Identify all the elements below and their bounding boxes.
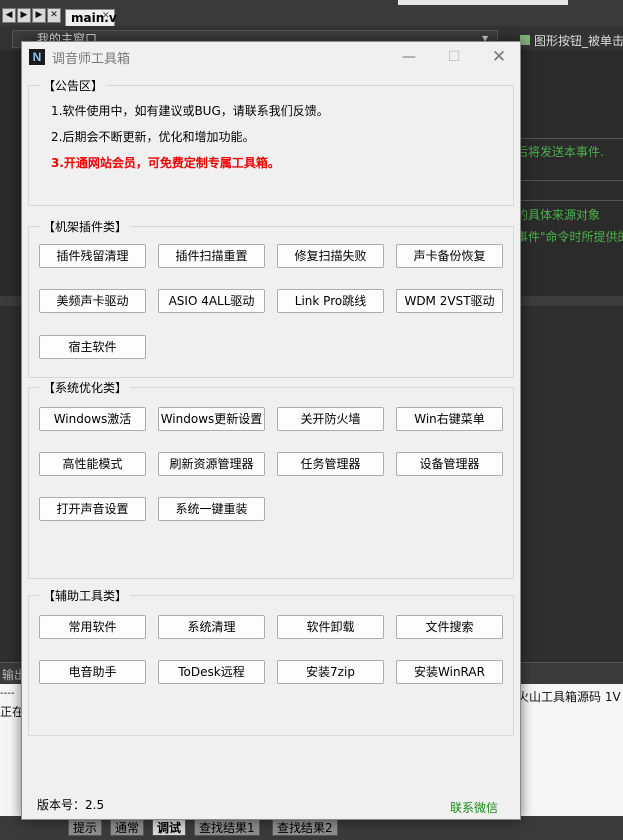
notice-group: 【公告区】 1.软件使用中，如有建议或BUG，请联系我们反馈。 2.后期会不断更… <box>28 77 514 206</box>
high-performance-button[interactable]: 高性能模式 <box>39 452 146 476</box>
bottom-tab-find2[interactable]: 查找结果2 <box>272 818 338 836</box>
bottom-tab-debug[interactable]: 调试 <box>152 818 187 836</box>
close-tab-icon[interactable]: ✕ <box>47 8 61 23</box>
install-winrar-button[interactable]: 安装WinRAR <box>396 660 503 684</box>
soundcard-backup-button[interactable]: 声卡备份恢复 <box>396 244 503 268</box>
host-software-button[interactable]: 宿主软件 <box>39 335 146 359</box>
nav-prev-icon[interactable]: ◀ <box>2 8 16 23</box>
title-bar[interactable]: N 调音师工具箱 — ☐ ✕ <box>22 42 520 72</box>
asio4all-driver-button[interactable]: ASIO 4ALL驱动 <box>158 289 265 313</box>
bottom-tab-hint[interactable]: 提示 <box>68 818 103 836</box>
nav-next-icon[interactable]: ▶ <box>17 8 31 23</box>
tools-group: 【辅助工具类】 常用软件 系统清理 软件卸载 文件搜索 电音助手 ToDesk远… <box>28 587 514 736</box>
todesk-remote-button[interactable]: ToDesk远程 <box>158 660 265 684</box>
notice-line-2: 2.后期会不断更新，优化和增加功能。 <box>51 130 255 144</box>
maximize-button[interactable]: ☐ <box>442 46 466 68</box>
version-label: 版本号：2.5 <box>37 798 105 812</box>
bottom-tab-general[interactable]: 通常 <box>110 818 145 836</box>
electronic-assistant-button[interactable]: 电音助手 <box>39 660 146 684</box>
plugins-group: 【机架插件类】 插件残留清理 插件扫描重置 修复扫描失败 声卡备份恢复 美频声卡… <box>28 218 514 378</box>
notice-group-title: 【公告区】 <box>40 77 107 94</box>
notice-line-3: 3.开通网站会员，可免费定制专属工具箱。 <box>51 156 280 170</box>
plugin-scan-reset-button[interactable]: 插件扫描重置 <box>158 244 265 268</box>
link-pro-button[interactable]: Link Pro跳线 <box>277 289 384 313</box>
common-software-button[interactable]: 常用软件 <box>39 615 146 639</box>
bottom-tab-find1[interactable]: 查找结果1 <box>194 818 260 836</box>
close-button[interactable]: ✕ <box>487 46 511 68</box>
plugins-group-title: 【机架插件类】 <box>40 218 131 235</box>
toolbox-window: N 调音师工具箱 — ☐ ✕ 【公告区】 1.软件使用中，如有建议或BUG，请联… <box>21 41 521 820</box>
sound-settings-button[interactable]: 打开声音设置 <box>39 497 146 521</box>
plugin-residue-clean-button[interactable]: 插件残留清理 <box>39 244 146 268</box>
event-selector[interactable]: 图形按钮_被单击 <box>518 32 623 49</box>
contact-wechat-link[interactable]: 联系微信 <box>450 799 498 816</box>
code-divider <box>510 180 623 181</box>
system-clean-button[interactable]: 系统清理 <box>158 615 265 639</box>
code-comment: 后将发送本事件. <box>516 145 604 159</box>
meipin-driver-button[interactable]: 美频声卡驱动 <box>39 289 146 313</box>
system-group: 【系统优化类】 Windows激活 Windows更新设置 关开防火墙 Win右… <box>28 379 514 579</box>
output-line: 火山工具箱源码 1V <box>517 690 621 704</box>
code-divider <box>510 200 623 201</box>
output-dash: ---- <box>0 688 15 699</box>
firewall-toggle-button[interactable]: 关开防火墙 <box>277 407 384 431</box>
install-7zip-button[interactable]: 安装7zip <box>277 660 384 684</box>
tools-group-title: 【辅助工具类】 <box>40 587 131 604</box>
editor-tab-close-icon[interactable]: ✕ <box>102 11 112 21</box>
fix-scan-failure-button[interactable]: 修复扫描失败 <box>277 244 384 268</box>
minimize-button[interactable]: — <box>397 46 421 68</box>
code-comment: 的具体来源对象 <box>516 208 601 222</box>
windows-activate-button[interactable]: Windows激活 <box>39 407 146 431</box>
nav-end-icon[interactable]: ▶ <box>32 8 46 23</box>
code-editor[interactable] <box>510 50 623 290</box>
code-comment: 事件"命令时所提供的 <box>516 230 623 244</box>
software-uninstall-button[interactable]: 软件卸载 <box>277 615 384 639</box>
context-menu-button[interactable]: Win右键菜单 <box>396 407 503 431</box>
notice-line-1: 1.软件使用中，如有建议或BUG，请联系我们反馈。 <box>51 104 329 118</box>
file-search-button[interactable]: 文件搜索 <box>396 615 503 639</box>
window-title: 调音师工具箱 <box>52 52 131 67</box>
app-logo-icon: N <box>29 49 45 65</box>
system-reinstall-button[interactable]: 系统一键重装 <box>158 497 265 521</box>
windows-update-button[interactable]: Windows更新设置 <box>158 407 265 431</box>
code-divider <box>510 138 623 139</box>
wdm2vst-driver-button[interactable]: WDM 2VST驱动 <box>396 289 503 313</box>
system-group-title: 【系统优化类】 <box>40 379 131 396</box>
device-manager-button[interactable]: 设备管理器 <box>396 452 503 476</box>
refresh-explorer-button[interactable]: 刷新资源管理器 <box>158 452 265 476</box>
ide-search-box[interactable] <box>398 0 568 5</box>
task-manager-button[interactable]: 任务管理器 <box>277 452 384 476</box>
